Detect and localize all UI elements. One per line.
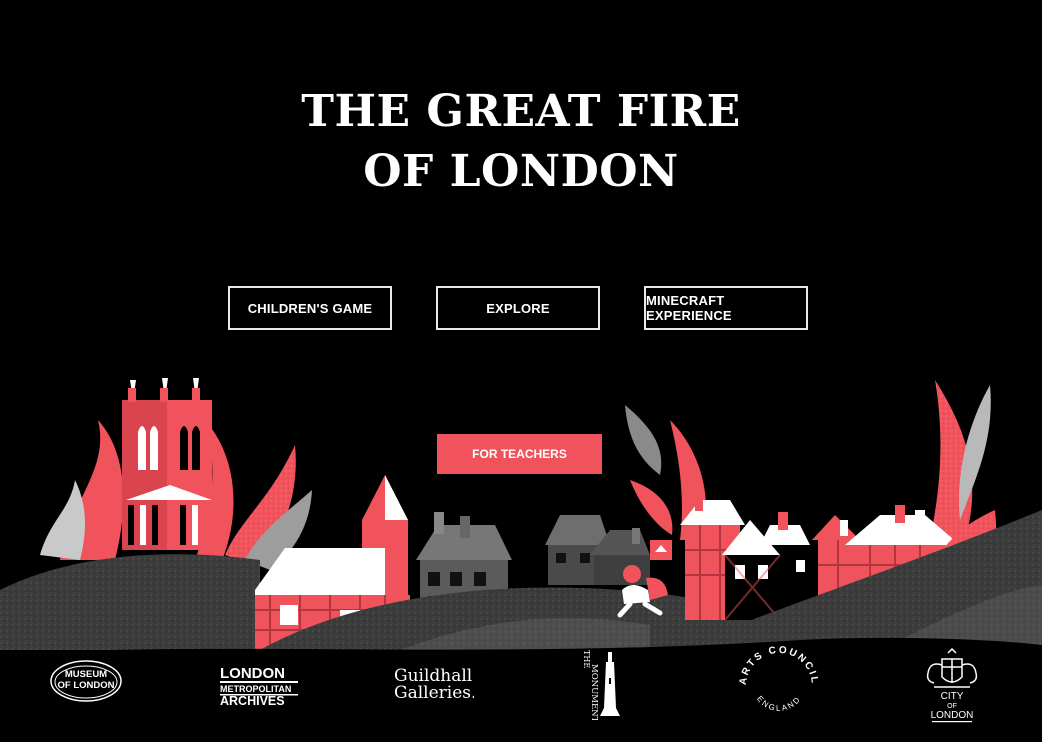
title-line-1: THE GREAT FIRE <box>301 86 741 137</box>
childrens-game-button[interactable]: CHILDREN'S GAME <box>228 286 392 330</box>
burning-london-illustration <box>0 378 1042 742</box>
arts-council-england-logo[interactable]: ARTS COUNCIL ENGLAND <box>736 646 822 722</box>
guildhall-logo-line-2: Galleries. <box>394 683 474 703</box>
monument-logo-word: MONUMENT <box>589 664 599 720</box>
title-line-2: OF LONDON <box>363 146 679 197</box>
right-flames <box>625 380 991 540</box>
arts-council-top-text: ARTS COUNCIL <box>738 646 820 686</box>
museum-logo-line-2: OF LONDON <box>58 680 115 691</box>
guildhall-galleries-logo[interactable]: Guildhall Galleries. <box>392 665 474 703</box>
museum-of-london-logo[interactable]: MUSEUM OF LONDON <box>48 657 124 705</box>
lma-logo-line-3: ARCHIVES <box>220 694 285 706</box>
city-logo-line-3: LONDON <box>931 710 974 721</box>
arts-council-bottom-text: ENGLAND <box>755 694 803 713</box>
for-teachers-button[interactable]: FOR TEACHERS <box>437 434 602 474</box>
lma-logo-line-1: LONDON <box>220 665 285 682</box>
city-logo-line-2: OF <box>947 703 957 710</box>
museum-logo-line-1: MUSEUM <box>65 669 107 680</box>
city-of-london-crest-icon <box>926 647 978 688</box>
lma-logo-line-2: METROPOLITAN <box>220 684 291 694</box>
the-monument-logo[interactable]: THE MONUMENT <box>578 648 628 720</box>
london-metropolitan-archives-logo[interactable]: LONDON METROPOLITAN ARCHIVES <box>220 664 300 706</box>
page-title: THE GREAT FIRE OF LONDON <box>0 82 1042 202</box>
explore-button[interactable]: EXPLORE <box>436 286 600 330</box>
city-of-london-logo[interactable]: CITY OF LONDON <box>920 647 984 725</box>
city-logo-line-1: CITY <box>941 691 964 702</box>
minecraft-experience-button[interactable]: MINECRAFT EXPERIENCE <box>644 286 808 330</box>
church-tower <box>122 378 212 550</box>
